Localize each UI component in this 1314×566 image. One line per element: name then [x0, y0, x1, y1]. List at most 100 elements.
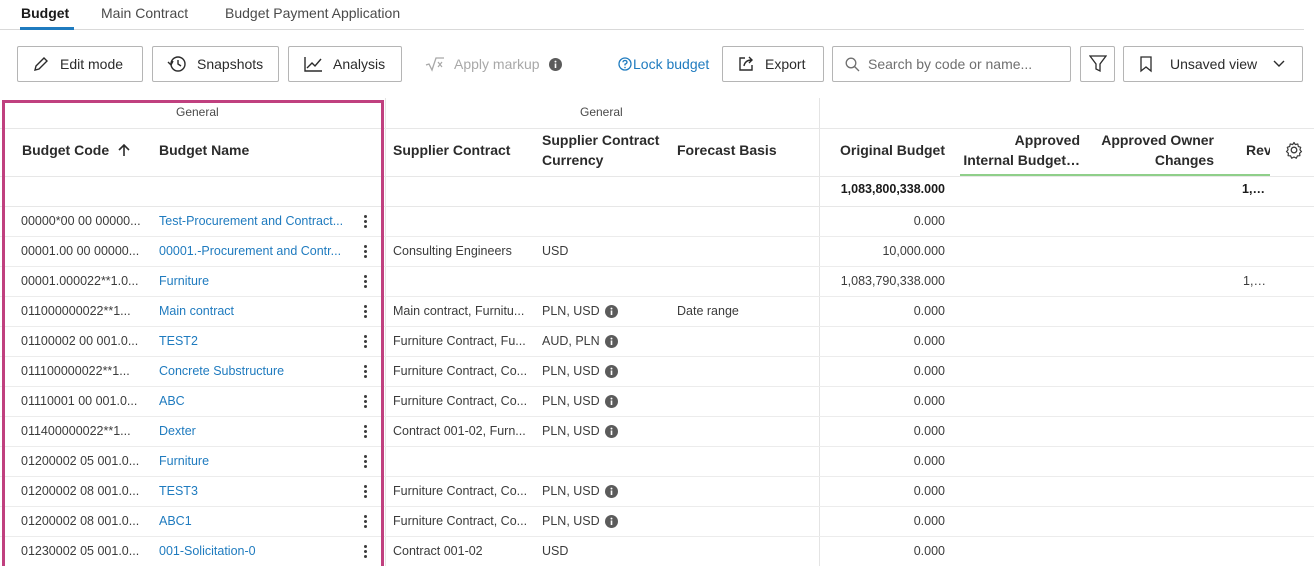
row-menu-icon[interactable]	[364, 485, 368, 499]
column-header-budget-code[interactable]: Budget Code	[22, 140, 130, 160]
supplier-contract-cell: Main contract, Furnitu...	[393, 304, 525, 318]
edit-mode-button[interactable]: Edit mode	[17, 46, 143, 82]
original-budget-cell: 0.000	[913, 334, 945, 348]
budget-name-link[interactable]: Dexter	[159, 424, 346, 438]
budget-name-link[interactable]: TEST2	[159, 334, 346, 348]
row-menu-icon[interactable]	[364, 215, 368, 229]
table-row[interactable]: 01200002 08 001.0... TEST3 Furniture Contr…	[0, 477, 1314, 507]
toolbar: Edit mode Snapshots Analysis Apply marku…	[0, 44, 1314, 84]
budget-name-link[interactable]: Furniture	[159, 274, 346, 288]
table-row[interactable]: 011100000022**1... Concrete Substructure F…	[0, 357, 1314, 387]
export-label: Export	[765, 56, 806, 72]
tab-main-contract[interactable]: Main Contract	[101, 5, 188, 21]
header-line: Supplier Contract	[542, 132, 660, 148]
gear-icon[interactable]	[1285, 141, 1303, 159]
table-row[interactable]: 01230002 05 001.0... 001-Solicitation-0 Co…	[0, 537, 1314, 566]
header-line: Internal Budget…	[963, 152, 1080, 168]
info-icon[interactable]	[604, 335, 618, 349]
view-selector[interactable]: Unsaved view	[1123, 46, 1303, 82]
row-divider	[0, 176, 1314, 177]
currency-value: AUD, PLN	[542, 334, 600, 348]
table-row[interactable]: 00001.000022**1.0... Furniture 1,083,790,3…	[0, 267, 1314, 297]
supplier-contract-cell: Furniture Contract, Co...	[393, 394, 528, 408]
column-header-approved-internal-budget[interactable]: Approved Internal Budget…	[950, 130, 1080, 170]
column-header-revised-budget[interactable]: Rev	[1246, 140, 1270, 160]
row-menu-icon[interactable]	[364, 365, 368, 379]
search-input[interactable]	[868, 56, 1068, 72]
row-menu-icon[interactable]	[364, 275, 368, 289]
budget-code-cell: 01200002 05 001.0...	[21, 454, 140, 468]
export-icon	[739, 56, 753, 71]
column-header-forecast-basis[interactable]: Forecast Basis	[677, 140, 777, 160]
currency-cell: PLN, USD	[542, 304, 667, 319]
currency-value: PLN, USD	[542, 484, 600, 498]
budget-name-link[interactable]: ABC	[159, 394, 346, 408]
help-circle-icon	[618, 57, 632, 71]
supplier-contract-cell: Consulting Engineers	[393, 244, 512, 258]
table-row[interactable]: 01110001 00 001.0... ABC Furniture Contrac…	[0, 387, 1314, 417]
budget-name-link[interactable]: ABC1	[159, 514, 346, 528]
filter-button[interactable]	[1080, 46, 1115, 82]
budget-name-link[interactable]: 00001.-Procurement and Contr...	[159, 244, 346, 258]
budget-table: General General Budget Code Budget Name …	[0, 98, 1314, 566]
tab-budget[interactable]: Budget	[21, 5, 69, 21]
header-line: Approved	[1014, 132, 1080, 148]
info-icon[interactable]	[604, 395, 618, 409]
column-header-budget-name[interactable]: Budget Name	[159, 140, 249, 160]
row-menu-icon[interactable]	[364, 335, 368, 349]
budget-name-link[interactable]: Concrete Substructure	[159, 364, 346, 378]
row-menu-icon[interactable]	[364, 305, 368, 319]
original-budget-cell: 0.000	[913, 424, 945, 438]
original-budget-cell: 0.000	[913, 544, 945, 558]
info-icon[interactable]	[604, 305, 618, 319]
currency-cell: PLN, USD	[542, 394, 667, 409]
budget-name-link[interactable]: Test-Procurement and Contract...	[159, 214, 346, 228]
budget-name-link[interactable]: Furniture	[159, 454, 346, 468]
currency-value: PLN, USD	[542, 514, 600, 528]
total-revised-budget: 1,083	[1242, 182, 1270, 196]
currency-cell: PLN, USD	[542, 514, 667, 529]
table-row[interactable]: 01200002 08 001.0... ABC1 Furniture Contra…	[0, 507, 1314, 537]
column-header-supplier-contract[interactable]: Supplier Contract	[393, 140, 510, 160]
budget-name-link[interactable]: 001-Solicitation-0	[159, 544, 346, 558]
currency-cell: PLN, USD	[542, 424, 667, 439]
row-menu-icon[interactable]	[364, 455, 368, 469]
active-tab-indicator	[20, 27, 74, 30]
row-menu-icon[interactable]	[364, 425, 368, 439]
budget-name-link[interactable]: TEST3	[159, 484, 346, 498]
info-icon[interactable]	[604, 365, 618, 379]
pencil-icon	[34, 57, 48, 71]
info-icon[interactable]	[604, 425, 618, 439]
table-row[interactable]: 00001.00 00 00000... 00001.-Procurement a…	[0, 237, 1314, 267]
forecast-basis-cell: Date range	[677, 304, 739, 318]
column-header-approved-owner-changes[interactable]: Approved Owner Changes	[1090, 130, 1214, 170]
lock-budget-button[interactable]: Lock budget	[618, 46, 709, 82]
currency-value: PLN, USD	[542, 424, 600, 438]
column-header-original-budget[interactable]: Original Budget	[820, 140, 945, 160]
info-icon[interactable]	[604, 515, 618, 529]
currency-cell: PLN, USD	[542, 364, 667, 379]
row-menu-icon[interactable]	[364, 515, 368, 529]
filter-icon	[1089, 55, 1107, 73]
snapshots-button[interactable]: Snapshots	[152, 46, 279, 82]
row-menu-icon[interactable]	[364, 245, 368, 259]
export-button[interactable]: Export	[722, 46, 824, 82]
table-row[interactable]: 011000000022**1... Main contract Main cont…	[0, 297, 1314, 327]
supplier-contract-cell: Contract 001-02, Furn...	[393, 424, 526, 438]
table-row[interactable]: 00000*00 00 00000... Test-Procurement and…	[0, 207, 1314, 237]
tab-budget-payment-application[interactable]: Budget Payment Application	[225, 5, 400, 21]
budget-code-cell: 011100000022**1...	[21, 364, 130, 378]
apply-markup-button[interactable]: Apply markup	[425, 46, 562, 82]
table-row[interactable]: 011400000022**1... Dexter Contract 001-02,…	[0, 417, 1314, 447]
analysis-button[interactable]: Analysis	[288, 46, 402, 82]
table-row[interactable]: 01100002 00 001.0... TEST2 Furniture Contr…	[0, 327, 1314, 357]
tab-bar: Budget Main Contract Budget Payment Appl…	[0, 0, 1304, 30]
info-icon[interactable]	[604, 485, 618, 499]
column-header-supplier-contract-currency[interactable]: Supplier Contract Currency	[542, 130, 659, 170]
currency-value: PLN, USD	[542, 364, 600, 378]
budget-name-link[interactable]: Main contract	[159, 304, 346, 318]
square-root-icon	[425, 57, 444, 72]
table-row[interactable]: 01200002 05 001.0... Furniture 0.000	[0, 447, 1314, 477]
row-menu-icon[interactable]	[364, 395, 368, 409]
row-menu-icon[interactable]	[364, 545, 368, 559]
